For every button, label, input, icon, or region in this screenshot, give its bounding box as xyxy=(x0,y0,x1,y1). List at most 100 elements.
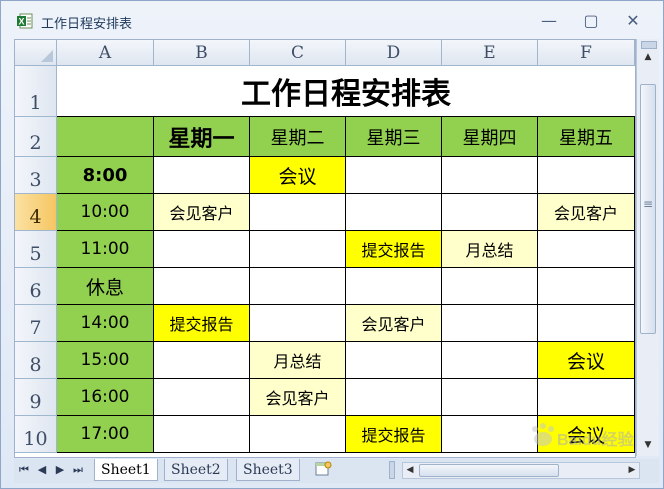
vertical-scrollbar[interactable]: ▲ ▼ xyxy=(636,39,659,456)
event-cell[interactable]: 会议 xyxy=(538,342,635,379)
row-number: 2 xyxy=(29,132,42,154)
scroll-left-arrow-icon[interactable]: ◀ xyxy=(403,463,417,478)
empty-cell[interactable] xyxy=(346,194,442,231)
time-cell[interactable]: 休息 xyxy=(57,268,154,305)
time-cell[interactable]: 14:00 xyxy=(57,305,154,342)
event-cell[interactable]: 会议 xyxy=(250,157,346,194)
tab-sheet1[interactable]: Sheet1 xyxy=(94,459,158,481)
empty-cell[interactable] xyxy=(442,268,538,305)
worksheet-grid[interactable]: A B C D E F 1 2 3 4 5 6 7 8 9 10 工作日程安排表 星期一 星期二 星期三 星期四 星期五 8… xyxy=(14,39,636,458)
row-header-2[interactable]: 2 xyxy=(15,117,57,157)
select-all-corner[interactable] xyxy=(15,40,57,66)
time-cell[interactable]: 15:00 xyxy=(57,342,154,379)
restore-button[interactable]: ▢ xyxy=(580,11,602,31)
horizontal-scroll-thumb[interactable] xyxy=(419,464,559,477)
horizontal-split-handle[interactable] xyxy=(389,461,395,479)
first-sheet-icon[interactable]: ⏮ xyxy=(18,463,30,477)
row-header-3[interactable]: 3 xyxy=(15,157,57,194)
day-header-cell[interactable]: 星期四 xyxy=(442,117,538,157)
day-header-cell[interactable]: 星期二 xyxy=(250,117,346,157)
event-cell[interactable]: 月总结 xyxy=(442,231,538,268)
empty-cell[interactable] xyxy=(154,342,250,379)
empty-cell[interactable] xyxy=(250,231,346,268)
watermark-text: Baidu经验 xyxy=(557,430,634,449)
row-header-10[interactable]: 10 xyxy=(15,416,57,453)
title-bar: X 工作日程安排表 — ▢ ✕ xyxy=(1,1,663,39)
tab-sheet2[interactable]: Sheet2 xyxy=(164,459,228,481)
empty-cell[interactable] xyxy=(346,268,442,305)
event-cell[interactable]: 会见客户 xyxy=(154,194,250,231)
row-header-4[interactable]: 4 xyxy=(15,194,57,231)
day-header-cell[interactable]: 星期三 xyxy=(346,117,442,157)
row-header-7[interactable]: 7 xyxy=(15,305,57,342)
row-header-9[interactable]: 9 xyxy=(15,379,57,416)
empty-cell[interactable] xyxy=(154,379,250,416)
empty-cell[interactable] xyxy=(442,305,538,342)
horizontal-scrollbar[interactable]: ◀ ▶ xyxy=(402,462,640,479)
time-cell[interactable]: 11:00 xyxy=(57,231,154,268)
row-header-6[interactable]: 6 xyxy=(15,268,57,305)
row-header-8[interactable]: 8 xyxy=(15,342,57,379)
time-cell[interactable]: 17:00 xyxy=(57,416,154,453)
last-sheet-icon[interactable]: ⏭ xyxy=(72,463,84,477)
row-number: 8 xyxy=(29,354,42,376)
scroll-up-arrow-icon[interactable]: ▲ xyxy=(637,49,659,65)
empty-cell[interactable] xyxy=(442,342,538,379)
column-header-e[interactable]: E xyxy=(442,40,538,66)
time-cell[interactable]: 10:00 xyxy=(57,194,154,231)
empty-cell[interactable] xyxy=(250,194,346,231)
event-cell[interactable]: 提交报告 xyxy=(346,416,442,453)
event-cell[interactable]: 提交报告 xyxy=(154,305,250,342)
scroll-right-arrow-icon[interactable]: ▶ xyxy=(625,463,639,478)
vertical-split-handle[interactable] xyxy=(641,41,657,49)
event-cell[interactable]: 月总结 xyxy=(250,342,346,379)
row-number: 10 xyxy=(23,428,48,450)
empty-cell[interactable] xyxy=(538,157,635,194)
column-header-f[interactable]: F xyxy=(538,40,635,66)
svg-text:X: X xyxy=(19,17,25,27)
row-header-5[interactable]: 5 xyxy=(15,231,57,268)
empty-cell[interactable] xyxy=(538,268,635,305)
next-sheet-icon[interactable]: ▶ xyxy=(54,463,66,476)
empty-cell[interactable] xyxy=(154,157,250,194)
empty-cell[interactable] xyxy=(250,416,346,453)
column-header-d[interactable]: D xyxy=(346,40,442,66)
empty-cell[interactable] xyxy=(250,268,346,305)
time-cell[interactable]: 16:00 xyxy=(57,379,154,416)
sheet-title-cell[interactable]: 工作日程安排表 xyxy=(57,66,635,117)
day-header-cell[interactable]: 星期五 xyxy=(538,117,635,157)
empty-cell[interactable] xyxy=(154,416,250,453)
row-number: 4 xyxy=(29,206,42,228)
empty-cell[interactable] xyxy=(154,231,250,268)
time-cell[interactable]: 8:00 xyxy=(57,157,154,194)
event-cell[interactable]: 会见客户 xyxy=(538,194,635,231)
tab-sheet3[interactable]: Sheet3 xyxy=(236,459,300,481)
column-header-b[interactable]: B xyxy=(154,40,250,66)
close-button[interactable]: ✕ xyxy=(622,11,644,31)
empty-cell[interactable] xyxy=(538,231,635,268)
empty-cell[interactable] xyxy=(346,379,442,416)
empty-cell[interactable] xyxy=(154,268,250,305)
column-header-c[interactable]: C xyxy=(250,40,346,66)
event-cell[interactable]: 会见客户 xyxy=(250,379,346,416)
empty-cell[interactable] xyxy=(250,305,346,342)
empty-cell[interactable] xyxy=(442,194,538,231)
empty-cell[interactable] xyxy=(538,379,635,416)
empty-cell[interactable] xyxy=(538,305,635,342)
prev-sheet-icon[interactable]: ◀ xyxy=(36,463,48,476)
minimize-button[interactable]: — xyxy=(538,11,560,31)
day-header-cell[interactable]: 星期一 xyxy=(154,117,250,157)
insert-sheet-icon[interactable] xyxy=(314,461,332,477)
empty-cell[interactable] xyxy=(442,379,538,416)
empty-cell[interactable] xyxy=(346,342,442,379)
header-blank-cell[interactable] xyxy=(57,117,154,157)
empty-cell[interactable] xyxy=(442,157,538,194)
row-number: 3 xyxy=(29,169,42,191)
event-cell[interactable]: 会见客户 xyxy=(346,305,442,342)
excel-icon: X xyxy=(17,13,33,29)
event-cell[interactable]: 提交报告 xyxy=(346,231,442,268)
row-header-1[interactable]: 1 xyxy=(15,66,57,117)
vertical-scroll-thumb[interactable] xyxy=(640,84,656,334)
empty-cell[interactable] xyxy=(346,157,442,194)
column-header-a[interactable]: A xyxy=(57,40,154,66)
